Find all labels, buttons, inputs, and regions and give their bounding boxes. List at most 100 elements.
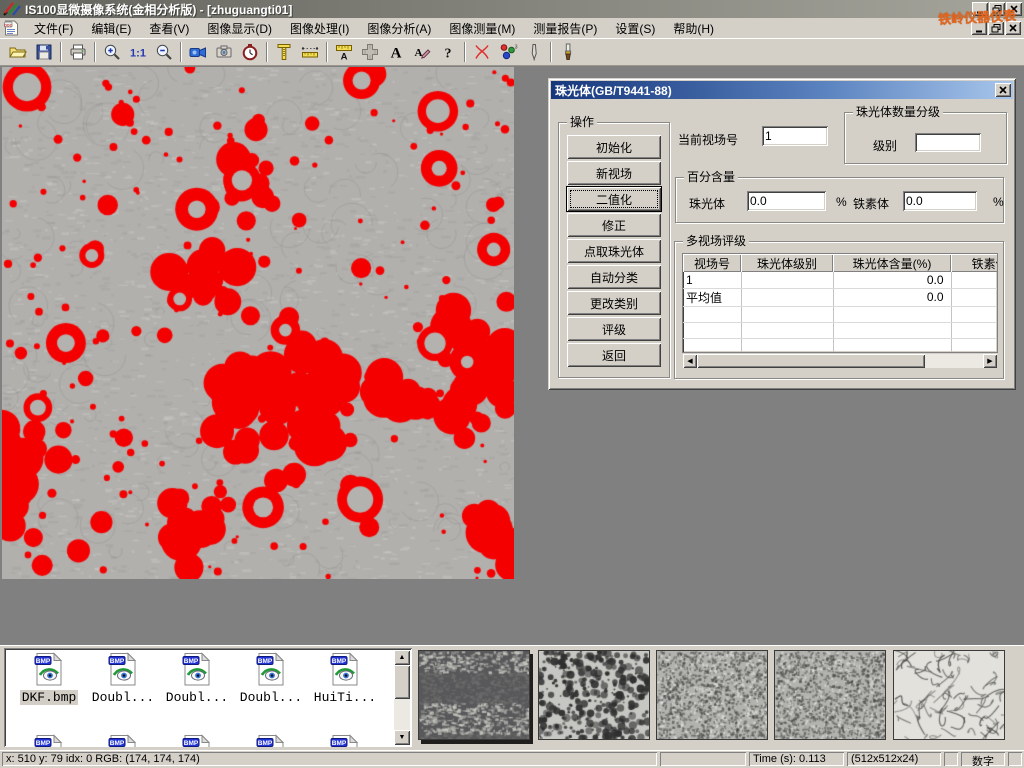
file-scroll-thumb[interactable] (394, 665, 410, 699)
return-button[interactable]: 返回 (567, 343, 661, 367)
table-row[interactable]: 平均值0.0 (683, 288, 997, 306)
help-icon: ? (438, 42, 458, 62)
text-edit-button[interactable]: A (409, 40, 435, 64)
caliper-icon (274, 42, 294, 62)
table-row[interactable] (683, 306, 997, 322)
probe-icon (524, 42, 544, 62)
mdi-close-button[interactable] (1005, 21, 1021, 35)
thumbnail-5[interactable] (893, 650, 1005, 740)
svg-text:A: A (391, 46, 402, 62)
binarize-button[interactable]: 二值化 (567, 187, 661, 211)
table-header[interactable]: 珠光体含量(%) (833, 254, 951, 272)
ruler-button[interactable] (297, 40, 323, 64)
curve-button[interactable] (469, 40, 495, 64)
restore-button[interactable] (989, 2, 1005, 16)
file-item-partial[interactable]: BMP (160, 734, 234, 747)
metallograph-image[interactable] (2, 67, 514, 579)
menu-item-settings[interactable]: 设置(S) (606, 18, 664, 39)
thumbnail-3[interactable] (656, 650, 768, 740)
auto-classify-button[interactable]: 自动分类 (567, 265, 661, 289)
thumbnail-4[interactable] (774, 650, 886, 740)
scroll-down-button[interactable]: ▼ (394, 730, 410, 745)
table-header[interactable]: 铁素体含量(%) (951, 254, 997, 272)
menu-item-view[interactable]: 查看(V) (140, 18, 198, 39)
open-button[interactable] (5, 40, 31, 64)
bmp-file-icon: BMP (330, 652, 360, 686)
mdi-minimize-button[interactable] (971, 21, 987, 35)
minimize-button[interactable] (972, 2, 988, 16)
scroll-thumb[interactable] (697, 354, 925, 368)
ferrite-label: 铁素体 (853, 195, 889, 212)
grade-button[interactable]: 评级 (567, 317, 661, 341)
app-icon[interactable] (3, 0, 21, 19)
save-button[interactable] (31, 40, 57, 64)
timer-button[interactable] (237, 40, 263, 64)
print-button[interactable] (65, 40, 91, 64)
status-bar: x: 510 y: 79 idx: 0 RGB: (174, 174, 174)… (0, 750, 1024, 768)
menu-item-measure-report[interactable]: 测量报告(P) (524, 18, 606, 39)
menu-item-edit[interactable]: 编辑(E) (82, 18, 140, 39)
caliper-button[interactable] (271, 40, 297, 64)
table-row[interactable] (683, 322, 997, 338)
thumbnail-2[interactable] (538, 650, 650, 740)
file-item[interactable]: BMPDoubl... (234, 652, 308, 705)
new-view-button[interactable]: 新视场 (567, 161, 661, 185)
menu-item-image-process[interactable]: 图像处理(I) (281, 18, 358, 39)
probe-button[interactable] (521, 40, 547, 64)
scroll-track[interactable] (925, 354, 983, 368)
menu-item-image-measure[interactable]: 图像测量(M) (440, 18, 524, 39)
document-system-menu[interactable]: DOC (4, 20, 19, 36)
thumbnail-1[interactable] (418, 650, 530, 740)
zoom-out-button[interactable] (151, 40, 177, 64)
file-item-partial[interactable]: BMP (308, 734, 382, 747)
menu-item-image-display[interactable]: 图像显示(D) (198, 18, 281, 39)
menu-item-image-analysis[interactable]: 图像分析(A) (358, 18, 440, 39)
pick-pearlite-button[interactable]: 点取珠光体 (567, 239, 661, 263)
multiview-table[interactable]: 视场号珠光体级别珠光体含量(%)铁素体含量(%) 10.0平均值0.0 (683, 254, 997, 352)
capture-button[interactable] (211, 40, 237, 64)
zoom-in-icon (102, 42, 122, 62)
file-item-partial[interactable]: BMP (12, 734, 86, 747)
menu-item-file[interactable]: 文件(F) (25, 18, 82, 39)
text-button[interactable]: A (383, 40, 409, 64)
file-list-scrollbar[interactable]: ▲ ▼ (394, 650, 410, 745)
video-camera-button[interactable] (185, 40, 211, 64)
initialize-button[interactable]: 初始化 (567, 135, 661, 159)
help-button[interactable]: ? (435, 40, 461, 64)
table-header[interactable]: 视场号 (683, 254, 741, 272)
file-item[interactable]: BMPDoubl... (86, 652, 160, 705)
table-row[interactable] (683, 338, 997, 352)
file-item-partial[interactable]: BMP (86, 734, 160, 747)
pearlite-percent-input[interactable] (747, 191, 826, 211)
ferrite-percent-input[interactable] (903, 191, 977, 211)
svg-text:BMP: BMP (184, 658, 199, 665)
change-class-button[interactable]: 更改类别 (567, 291, 661, 315)
actual-size-icon: 1:1 (128, 42, 148, 62)
menu-item-help[interactable]: 帮助(H) (664, 18, 723, 39)
scroll-right-button[interactable]: ▶ (983, 354, 997, 368)
dialog-close-button[interactable] (995, 83, 1011, 97)
grid-cross-button[interactable] (357, 40, 383, 64)
correct-button[interactable]: 修正 (567, 213, 661, 237)
actual-size-button[interactable]: 1:1 (125, 40, 151, 64)
image-size-status: (512x512x24) (847, 752, 941, 766)
file-item[interactable]: BMPDKF.bmp (12, 652, 86, 705)
brush-button[interactable] (555, 40, 581, 64)
file-item[interactable]: BMPDoubl... (160, 652, 234, 705)
svg-text:BMP: BMP (258, 658, 273, 665)
grade-input[interactable] (915, 133, 981, 152)
table-row[interactable]: 10.0 (683, 272, 997, 288)
scroll-up-button[interactable]: ▲ (394, 650, 410, 665)
zoom-in-button[interactable] (99, 40, 125, 64)
file-item[interactable]: BMPHuiTi... (308, 652, 382, 705)
dialog-title-bar[interactable]: 珠光体(GB/T9441-88) (551, 81, 1013, 99)
file-item-partial[interactable]: BMP (234, 734, 308, 747)
mdi-restore-button[interactable] (988, 21, 1004, 35)
table-header[interactable]: 珠光体级别 (741, 254, 833, 272)
current-view-input[interactable] (762, 126, 828, 146)
scale-ruler-button[interactable]: A (331, 40, 357, 64)
scroll-left-button[interactable]: ◀ (683, 354, 697, 368)
table-horizontal-scrollbar[interactable]: ◀ ▶ (683, 354, 997, 368)
classify-button[interactable]: 3 (495, 40, 521, 64)
close-button[interactable] (1006, 2, 1022, 16)
